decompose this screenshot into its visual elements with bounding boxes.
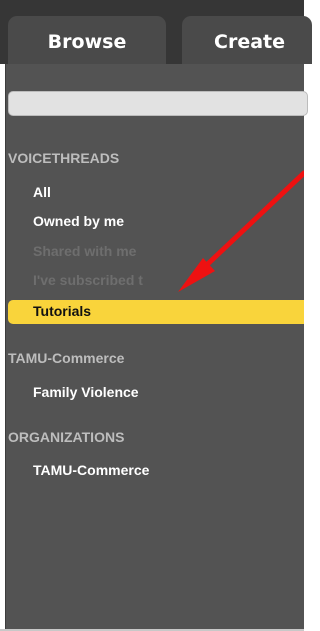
section-heading-voicethreads: VOICETHREADS [8,150,120,166]
sidebar-item-family-violence[interactable]: Family Violence [33,384,139,400]
search-input[interactable] [8,91,308,116]
sidebar-item-owned-by-me[interactable]: Owned by me [33,213,124,229]
sidebar-item-tamu-commerce[interactable]: TAMU-Commerce [33,462,149,478]
section-heading-organizations: ORGANIZATIONS [8,429,125,445]
sidebar-item-shared-with-me: Shared with me [33,243,137,259]
section-heading-tamu-commerce: TAMU-Commerce [8,350,125,366]
top-navigation-bar: Browse Create [0,0,312,64]
sidebar-item-all[interactable]: All [33,184,51,200]
sidebar-item-subscribed: I've subscribed t [33,272,143,288]
tab-create[interactable]: Create [182,16,312,64]
sidebar-item-tutorials[interactable]: Tutorials [33,303,91,319]
tab-browse[interactable]: Browse [8,16,166,64]
